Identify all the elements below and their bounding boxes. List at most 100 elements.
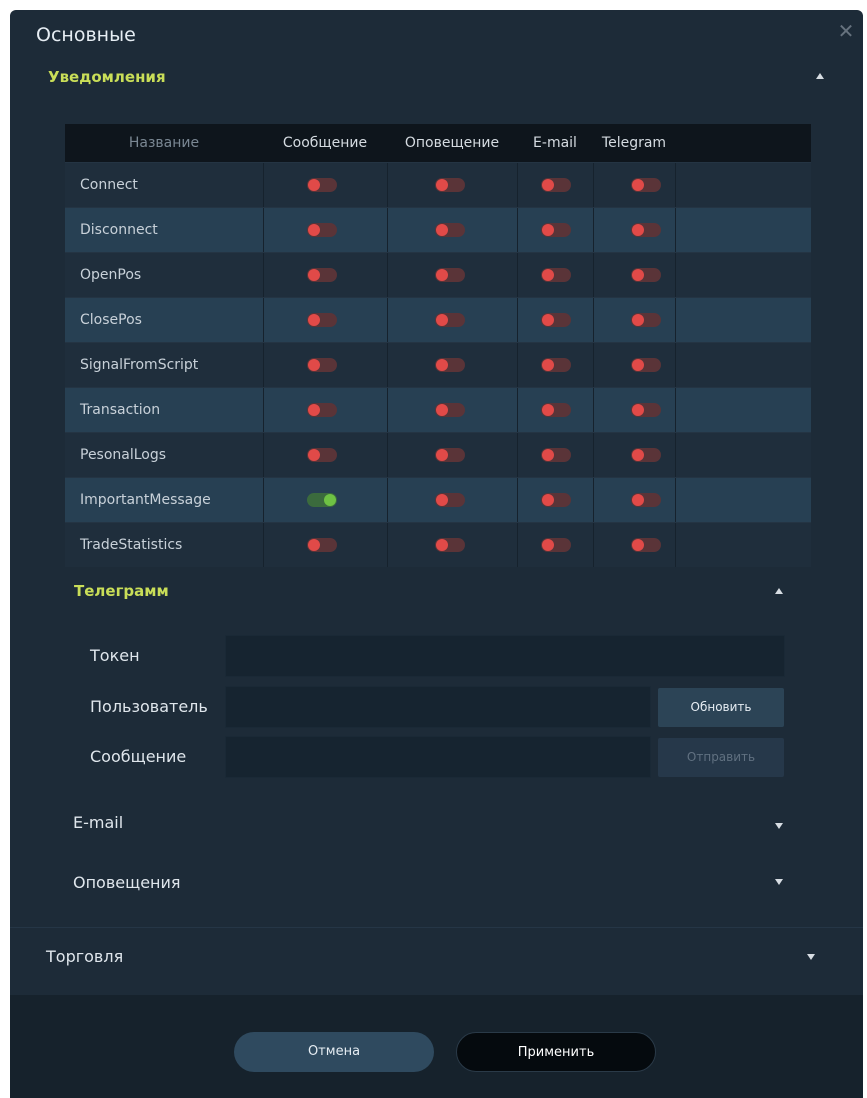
- toggle-message[interactable]: [307, 223, 337, 237]
- toggle-email[interactable]: [541, 448, 571, 462]
- caret-down-icon[interactable]: [775, 879, 783, 885]
- toggle-message[interactable]: [307, 178, 337, 192]
- toggle-telegram[interactable]: [631, 313, 661, 327]
- toggle-alert[interactable]: [435, 403, 465, 417]
- toggle-alert[interactable]: [435, 358, 465, 372]
- caret-up-icon[interactable]: [816, 73, 824, 79]
- toggle-alert[interactable]: [435, 178, 465, 192]
- toggle-telegram[interactable]: [631, 493, 661, 507]
- dialog-title: Основные: [36, 24, 136, 46]
- close-icon[interactable]: ✕: [835, 20, 857, 42]
- toggle-telegram[interactable]: [631, 358, 661, 372]
- table-row: PesonalLogs: [65, 432, 811, 477]
- section-telegram-title[interactable]: Телеграмм: [74, 582, 169, 600]
- toggle-knob: [308, 269, 320, 281]
- table-row: SignalFromScript: [65, 342, 811, 387]
- toggle-email[interactable]: [541, 403, 571, 417]
- caret-down-icon[interactable]: [775, 823, 783, 829]
- column-header-name: Название: [128, 135, 200, 151]
- section-email-title[interactable]: E-mail: [73, 813, 123, 832]
- toggle-email[interactable]: [541, 268, 571, 282]
- table-row: ClosePos: [65, 297, 811, 342]
- toggle-alert[interactable]: [435, 223, 465, 237]
- message-label: Сообщение: [90, 747, 187, 766]
- update-button[interactable]: Обновить: [658, 688, 784, 727]
- toggle-telegram[interactable]: [631, 538, 661, 552]
- column-divider: [263, 298, 264, 342]
- section-notifications-title[interactable]: Уведомления: [48, 68, 166, 86]
- toggle-knob: [542, 359, 554, 371]
- toggle-email[interactable]: [541, 223, 571, 237]
- toggle-knob: [308, 449, 320, 461]
- toggle-knob: [308, 359, 320, 371]
- apply-button[interactable]: Применить: [456, 1032, 656, 1072]
- column-divider: [387, 478, 388, 522]
- toggle-telegram[interactable]: [631, 223, 661, 237]
- column-divider: [263, 523, 264, 567]
- toggle-message[interactable]: [307, 313, 337, 327]
- column-divider: [593, 433, 594, 477]
- settings-dialog: Основные ✕ Уведомления Название Сообщени…: [10, 10, 863, 1098]
- row-name: ClosePos: [80, 312, 142, 328]
- toggle-knob: [632, 539, 644, 551]
- section-trading-title[interactable]: Торговля: [46, 947, 123, 966]
- table-row: ImportantMessage: [65, 477, 811, 522]
- toggle-message[interactable]: [307, 403, 337, 417]
- send-button[interactable]: Отправить: [658, 738, 784, 777]
- column-divider: [675, 478, 676, 522]
- toggle-email[interactable]: [541, 538, 571, 552]
- toggle-telegram[interactable]: [631, 178, 661, 192]
- toggle-knob: [436, 179, 448, 191]
- table-row: Transaction: [65, 387, 811, 432]
- row-name: Connect: [80, 177, 138, 193]
- toggle-message[interactable]: [307, 538, 337, 552]
- table-header: Название Сообщение Оповещение E-mail Tel…: [65, 124, 811, 162]
- toggle-telegram[interactable]: [631, 403, 661, 417]
- column-divider: [593, 388, 594, 432]
- toggle-telegram[interactable]: [631, 448, 661, 462]
- table-row: Connect: [65, 162, 811, 207]
- column-header-alert: Оповещение: [404, 135, 500, 151]
- toggle-email[interactable]: [541, 313, 571, 327]
- toggle-knob: [632, 404, 644, 416]
- toggle-alert[interactable]: [435, 448, 465, 462]
- column-divider: [263, 478, 264, 522]
- section-alerts-title[interactable]: Оповещения: [73, 873, 181, 892]
- column-divider: [263, 208, 264, 252]
- toggle-knob: [632, 494, 644, 506]
- toggle-telegram[interactable]: [631, 268, 661, 282]
- column-divider: [593, 298, 594, 342]
- toggle-message[interactable]: [307, 493, 337, 507]
- column-divider: [387, 433, 388, 477]
- toggle-alert[interactable]: [435, 538, 465, 552]
- caret-up-icon[interactable]: [775, 588, 783, 594]
- user-input[interactable]: [225, 686, 651, 728]
- toggle-knob: [308, 404, 320, 416]
- toggle-alert[interactable]: [435, 268, 465, 282]
- toggle-knob: [308, 179, 320, 191]
- toggle-knob: [436, 404, 448, 416]
- column-divider: [517, 208, 518, 252]
- column-divider: [593, 163, 594, 207]
- toggle-email[interactable]: [541, 178, 571, 192]
- row-name: Disconnect: [80, 222, 158, 238]
- caret-down-icon[interactable]: [807, 954, 815, 960]
- column-divider: [593, 208, 594, 252]
- column-divider: [675, 163, 676, 207]
- token-label: Токен: [90, 646, 140, 665]
- token-input[interactable]: [225, 635, 785, 677]
- cancel-button[interactable]: Отмена: [234, 1032, 434, 1072]
- toggle-message[interactable]: [307, 448, 337, 462]
- column-divider: [517, 478, 518, 522]
- toggle-knob: [436, 449, 448, 461]
- toggle-knob: [632, 314, 644, 326]
- toggle-email[interactable]: [541, 493, 571, 507]
- toggle-alert[interactable]: [435, 493, 465, 507]
- message-input[interactable]: [225, 736, 651, 778]
- toggle-message[interactable]: [307, 358, 337, 372]
- toggle-alert[interactable]: [435, 313, 465, 327]
- column-divider: [593, 523, 594, 567]
- toggle-knob: [542, 314, 554, 326]
- toggle-email[interactable]: [541, 358, 571, 372]
- toggle-message[interactable]: [307, 268, 337, 282]
